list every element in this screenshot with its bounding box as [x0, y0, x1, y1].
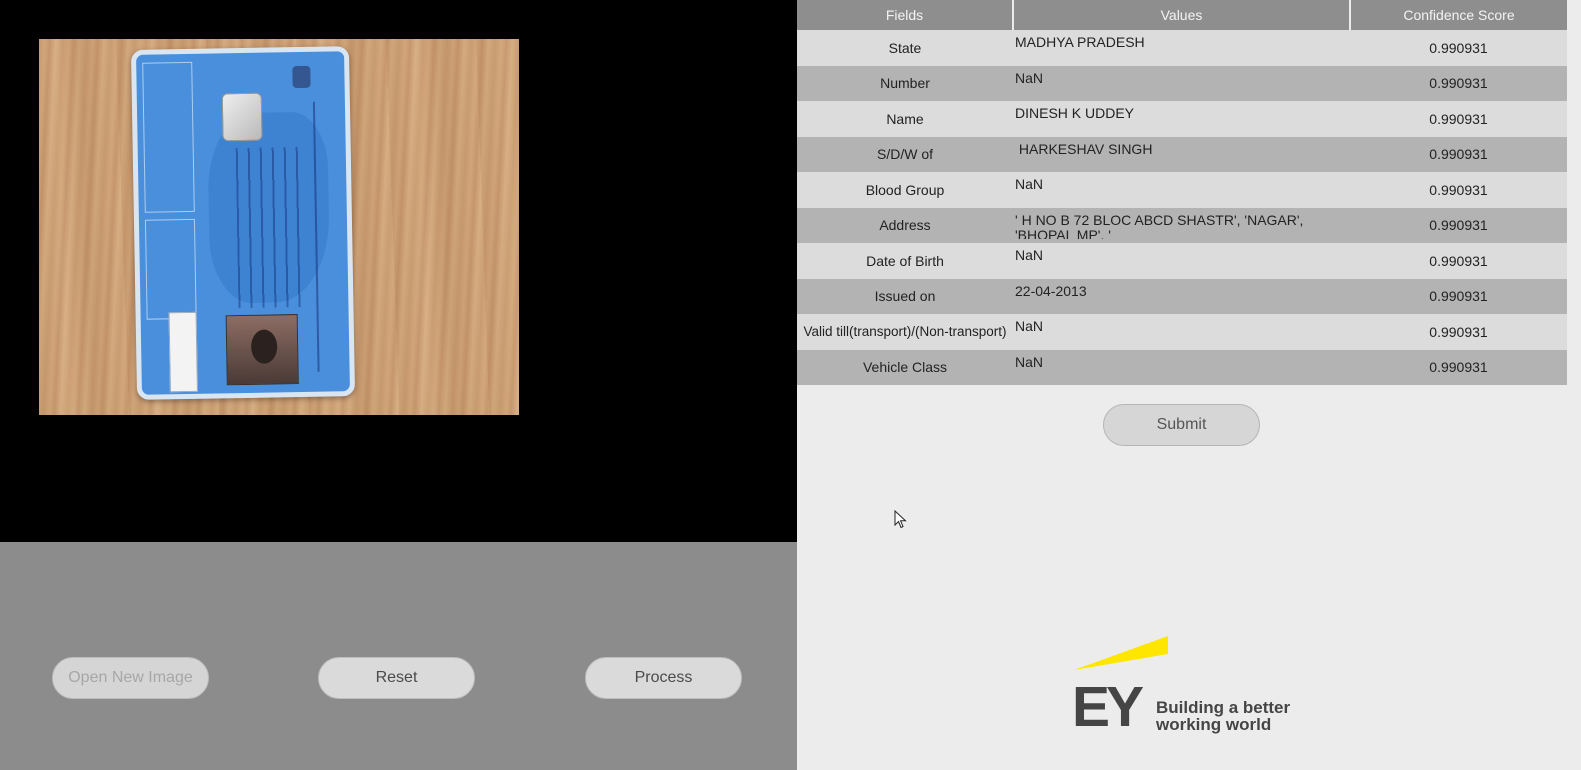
driving-licence-card-photo: [130, 46, 356, 400]
table-row: Date of Birth NaN 0.990931: [797, 243, 1567, 279]
row-field: Name: [797, 101, 1013, 137]
reset-button[interactable]: Reset: [318, 657, 475, 699]
table-row: Blood Group NaN 0.990931: [797, 172, 1567, 208]
row-value[interactable]: ' H NO B 72 BLOC ABCD SHASTR', 'NAGAR', …: [1013, 207, 1350, 243]
row-value-text: HARKESHAV SINGH: [1015, 141, 1153, 157]
row-value[interactable]: MADHYA PRADESH: [1013, 30, 1350, 66]
table-header-row: Fields Values Confidence Score: [797, 0, 1567, 30]
row-score: 0.990931: [1350, 65, 1567, 101]
row-field: Vehicle Class: [797, 349, 1013, 385]
row-score: 0.990931: [1350, 30, 1567, 66]
extraction-results-table: Fields Values Confidence Score State MAD…: [797, 0, 1567, 385]
table-row: S/D/W of HARKESHAV SINGH 0.990931: [797, 136, 1567, 172]
row-score: 0.990931: [1350, 101, 1567, 137]
ey-beam-icon: [1074, 636, 1168, 670]
table-row: Vehicle Class NaN 0.990931: [797, 349, 1567, 385]
ey-tagline: Building a better working world: [1156, 699, 1306, 733]
row-field: Address: [797, 207, 1013, 243]
row-score: 0.990931: [1350, 172, 1567, 208]
row-field: Blood Group: [797, 172, 1013, 208]
controls-pane: Open New Image Reset Process: [0, 542, 797, 770]
row-value[interactable]: DINESH K UDDEY: [1013, 101, 1350, 137]
row-field: S/D/W of: [797, 136, 1013, 172]
mouse-pointer-icon: [894, 510, 907, 529]
row-value-text: 22-04-2013: [1015, 283, 1087, 299]
row-field: Number: [797, 65, 1013, 101]
row-value-text: NaN: [1015, 70, 1044, 86]
loaded-license-image: [39, 39, 519, 415]
table-row: Number NaN 0.990931: [797, 65, 1567, 101]
table-row: Valid till(transport)/(Non-transport) Na…: [797, 314, 1567, 350]
row-value-text: NaN: [1015, 248, 1044, 263]
image-preview-pane: [0, 0, 797, 542]
row-value[interactable]: NaN: [1013, 65, 1350, 101]
row-value[interactable]: NaN: [1013, 172, 1350, 208]
row-value-text: ' H NO B 72 BLOC ABCD SHASTR', 'NAGAR', …: [1015, 212, 1304, 239]
table-row: Issued on 22-04-2013 0.990931: [797, 278, 1567, 314]
row-value-text: NaN: [1015, 177, 1044, 192]
results-pane: Fields Values Confidence Score State MAD…: [797, 0, 1581, 770]
row-value[interactable]: NaN: [1013, 349, 1350, 385]
row-score: 0.990931: [1350, 314, 1567, 350]
row-value-text: NaN: [1015, 354, 1044, 370]
row-field: State: [797, 30, 1013, 66]
ey-logo: EY Building a better working world: [1072, 636, 1302, 736]
row-value-text: NaN: [1015, 319, 1044, 334]
table-row: State MADHYA PRADESH 0.990931: [797, 30, 1567, 66]
header-values: Values: [1013, 0, 1351, 30]
row-score: 0.990931: [1350, 278, 1567, 314]
row-score: 0.990931: [1350, 349, 1567, 385]
row-field: Issued on: [797, 278, 1013, 314]
row-score: 0.990931: [1350, 207, 1567, 243]
ey-tagline-line1: Building a better: [1156, 698, 1291, 717]
ey-logo-letters: EY: [1072, 675, 1144, 739]
row-value[interactable]: NaN: [1013, 314, 1350, 350]
ey-tagline-line2: working world: [1156, 715, 1272, 734]
process-button[interactable]: Process: [585, 657, 742, 699]
header-fields: Fields: [797, 0, 1014, 30]
row-field: Date of Birth: [797, 243, 1013, 279]
header-confidence-score: Confidence Score: [1350, 0, 1567, 30]
row-value-text: DINESH K UDDEY: [1015, 106, 1135, 121]
open-new-image-button[interactable]: Open New Image: [52, 657, 209, 699]
row-field: Valid till(transport)/(Non-transport): [797, 314, 1013, 350]
row-score: 0.990931: [1350, 136, 1567, 172]
row-value-text: MADHYA PRADESH: [1015, 35, 1145, 50]
row-value[interactable]: NaN: [1013, 243, 1350, 279]
row-value[interactable]: 22-04-2013: [1013, 278, 1350, 314]
table-row: Address ' H NO B 72 BLOC ABCD SHASTR', '…: [797, 207, 1567, 243]
row-value[interactable]: HARKESHAV SINGH: [1013, 136, 1350, 172]
row-score: 0.990931: [1350, 243, 1567, 279]
table-row: Name DINESH K UDDEY 0.990931: [797, 101, 1567, 137]
submit-button[interactable]: Submit: [1103, 404, 1260, 446]
